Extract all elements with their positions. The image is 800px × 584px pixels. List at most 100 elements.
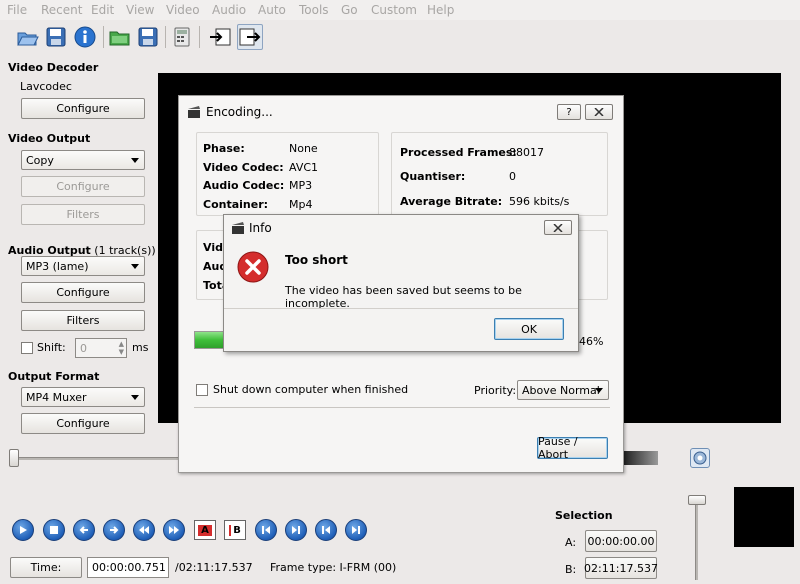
video-decoder-configure-button[interactable]: Configure <box>21 98 145 119</box>
mini-preview <box>734 487 794 547</box>
time-value: 00:00:00.751 <box>92 561 166 574</box>
set-marker-b-icon[interactable]: B <box>224 520 246 540</box>
processed-frames-label: Processed Frames: <box>400 146 517 159</box>
shift-checkbox[interactable] <box>21 342 33 354</box>
volume-slider-track[interactable] <box>695 500 698 580</box>
menu-view[interactable]: View <box>126 3 154 17</box>
volume-icon[interactable] <box>690 448 710 468</box>
video-decoder-name: Lavcodec <box>20 80 72 93</box>
next-frame-icon[interactable] <box>103 519 125 541</box>
info-heading: Too short <box>285 253 348 267</box>
error-icon <box>237 251 269 283</box>
shutdown-checkbox[interactable] <box>196 384 208 396</box>
shift-input[interactable]: 0 ▲ ▼ <box>75 338 127 358</box>
video-codec-select[interactable]: Copy <box>21 150 145 170</box>
play-icon[interactable] <box>12 519 34 541</box>
container-label: Container: <box>203 198 269 211</box>
menu-video[interactable]: Video <box>166 3 200 17</box>
shutdown-label: Shut down computer when finished <box>213 383 409 396</box>
menu-go[interactable]: Go <box>341 3 358 17</box>
quantiser-label: Quantiser: <box>400 170 466 183</box>
menu-custom[interactable]: Custom <box>371 3 417 17</box>
encoding-title: Encoding... <box>206 105 273 119</box>
info-icon[interactable] <box>72 24 98 50</box>
video-output-configure-button[interactable]: Configure <box>21 176 145 197</box>
close-icon[interactable] <box>585 104 613 120</box>
audio-output-filters-button[interactable]: Filters <box>21 310 145 331</box>
save-folder-icon[interactable] <box>135 24 161 50</box>
timeline-end-gradient <box>624 451 658 465</box>
menu-tools[interactable]: Tools <box>299 3 329 17</box>
video-output-filters-button[interactable]: Filters <box>21 204 145 225</box>
info-message: The video has been saved but seems to be… <box>285 284 522 310</box>
chevron-down-icon <box>131 264 139 269</box>
next-keyframe-icon[interactable] <box>163 519 185 541</box>
help-button[interactable]: ? <box>557 104 581 120</box>
set-marker-a-icon[interactable]: A <box>194 520 216 540</box>
video-output-title: Video Output <box>8 132 91 145</box>
menu-file[interactable]: File <box>7 3 27 17</box>
timeline-slider-handle[interactable] <box>9 449 19 467</box>
previous-keyframe-icon[interactable] <box>133 519 155 541</box>
volume-slider-handle[interactable] <box>688 495 706 505</box>
open-icon[interactable] <box>15 24 41 50</box>
priority-select[interactable]: Above Normal <box>517 380 609 400</box>
save-icon[interactable] <box>43 24 69 50</box>
shift-unit: ms <box>132 341 149 354</box>
selection-b-label: B: <box>565 563 577 576</box>
clapperboard-icon <box>232 222 244 234</box>
stop-icon[interactable] <box>43 519 65 541</box>
audio-codec-select[interactable]: MP3 (lame) <box>21 256 145 276</box>
previous-frame-icon[interactable] <box>73 519 95 541</box>
toolbar-separator <box>165 26 166 48</box>
frame-type: Frame type: I-FRM (00) <box>270 561 397 574</box>
menu-bar: File Recent Edit View Video Audio Auto T… <box>0 0 800 20</box>
ok-button[interactable]: OK <box>494 318 564 340</box>
clapperboard-icon <box>188 106 200 118</box>
priority-label: Priority: <box>474 384 517 397</box>
menu-audio[interactable]: Audio <box>212 3 246 17</box>
encoding-title-bar: Encoding... ? <box>179 96 623 128</box>
close-icon[interactable] <box>544 220 572 235</box>
video-codec-value: Copy <box>26 153 54 167</box>
shift-label: Shift: <box>37 341 66 354</box>
selection-a-button[interactable]: 00:00:00.00 <box>585 530 657 552</box>
calculator-icon[interactable] <box>169 24 195 50</box>
menu-auto[interactable]: Auto <box>258 3 286 17</box>
menu-recent[interactable]: Recent <box>41 3 82 17</box>
go-to-end-icon[interactable] <box>345 519 367 541</box>
open-folder-icon[interactable] <box>107 24 133 50</box>
go-to-marker-a-icon[interactable] <box>255 519 277 541</box>
time-input[interactable]: 00:00:00.751 <box>87 557 169 578</box>
spinner-arrows-icon[interactable]: ▲ ▼ <box>119 340 124 356</box>
total-duration: /02:11:17.537 <box>175 561 253 574</box>
audio-codec-value: MP3 (lame) <box>26 259 89 273</box>
video-decoder-title: Video Decoder <box>8 61 99 74</box>
selection-a-label: A: <box>565 536 577 549</box>
phase-label: Phase: <box>203 142 245 155</box>
go-to-marker-b-icon[interactable] <box>285 519 307 541</box>
selection-title: Selection <box>555 509 613 522</box>
info-title: Info <box>249 221 272 235</box>
output-icon[interactable] <box>237 24 263 50</box>
video-codec-value: AVC1 <box>289 161 319 174</box>
menu-edit[interactable]: Edit <box>91 3 114 17</box>
average-bitrate-value: 596 kbits/s <box>509 195 570 208</box>
output-format-title: Output Format <box>8 370 100 383</box>
toolbar <box>0 20 800 54</box>
priority-value: Above Normal <box>522 383 600 397</box>
audio-output-configure-button[interactable]: Configure <box>21 282 145 303</box>
output-format-select[interactable]: MP4 Muxer <box>21 387 145 407</box>
selection-b-button[interactable]: 02:11:17.537 <box>584 557 658 579</box>
pause-abort-button[interactable]: Pause / Abort <box>537 435 608 461</box>
shift-value: 0 <box>80 341 87 355</box>
input-icon[interactable] <box>207 24 233 50</box>
audio-codec-label: Audio Codec: <box>203 179 285 192</box>
output-format-configure-button[interactable]: Configure <box>21 413 145 434</box>
container-value: Mp4 <box>289 198 313 211</box>
output-format-value: MP4 Muxer <box>26 390 87 404</box>
go-to-start-icon[interactable] <box>315 519 337 541</box>
menu-help[interactable]: Help <box>427 3 454 17</box>
audio-codec-value: MP3 <box>289 179 313 192</box>
time-button[interactable]: Time: <box>10 557 82 578</box>
